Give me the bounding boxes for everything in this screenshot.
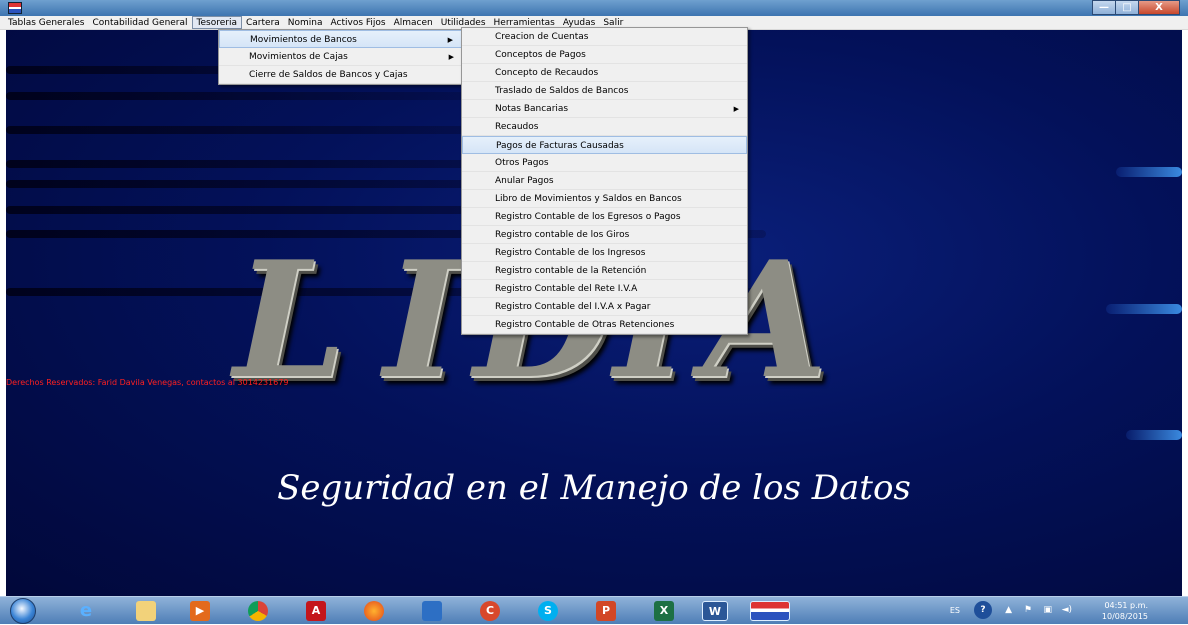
language-indicator[interactable]: ES <box>950 606 960 615</box>
app-icon[interactable] <box>8 2 22 14</box>
decorative-stripe <box>1126 430 1182 440</box>
menu-item-libro-movimientos[interactable]: Libro de Movimientos y Saldos en Bancos <box>462 190 747 208</box>
submenu-arrow-icon: ▶ <box>447 36 453 44</box>
menu-contabilidad-general[interactable]: Contabilidad General <box>89 16 192 29</box>
tesoreria-menu: Movimientos de Bancos ▶ Movimientos de Ca… <box>218 29 463 85</box>
menu-tablas-generales[interactable]: Tablas Generales <box>4 16 89 29</box>
menu-item-registro-giros[interactable]: Registro contable de los Giros <box>462 226 747 244</box>
chrome-icon[interactable] <box>248 601 268 621</box>
submenu-arrow-icon: ▶ <box>448 53 454 61</box>
menu-item-conceptos-pagos[interactable]: Conceptos de Pagos <box>462 46 747 64</box>
menu-item-anular-pagos[interactable]: Anular Pagos <box>462 172 747 190</box>
menu-cartera[interactable]: Cartera <box>242 16 284 29</box>
menu-item-otros-pagos[interactable]: Otros Pagos <box>462 154 747 172</box>
ccleaner-icon[interactable]: C <box>480 601 500 621</box>
action-center-icon[interactable]: ⚑ <box>1024 605 1032 615</box>
help-icon[interactable]: ? <box>974 601 992 619</box>
show-hidden-icons-icon[interactable]: ▲ <box>1005 605 1012 615</box>
decorative-stripe <box>1116 167 1182 177</box>
menu-item-label: Movimientos de Cajas <box>249 52 348 62</box>
minimize-button[interactable]: — <box>1092 0 1116 15</box>
bancos-submenu: Creacion de Cuentas Conceptos de Pagos C… <box>461 27 748 335</box>
network-icon[interactable]: ▣ <box>1043 605 1052 615</box>
menu-item-label: Notas Bancarias <box>495 104 569 114</box>
menu-item-movimientos-bancos[interactable]: Movimientos de Bancos ▶ <box>219 30 462 48</box>
menu-item-concepto-recaudos[interactable]: Concepto de Recaudos <box>462 64 747 82</box>
close-button[interactable]: X <box>1138 0 1180 15</box>
firefox-icon[interactable] <box>364 601 384 621</box>
menu-item-label: Cierre de Saldos de Bancos y Cajas <box>249 70 408 80</box>
tagline-text: Seguridad en el Manejo de los Datos <box>277 468 911 508</box>
menu-item-registro-otras-retenciones[interactable]: Registro Contable de Otras Retenciones <box>462 316 747 334</box>
volume-icon[interactable]: ◄) <box>1062 605 1072 615</box>
decorative-stripe <box>6 92 466 100</box>
acrobat-icon[interactable]: A <box>306 601 326 621</box>
decorative-stripe <box>1106 304 1182 314</box>
title-bar: — □ X <box>0 0 1188 16</box>
menu-almacen[interactable]: Almacen <box>390 16 437 29</box>
maximize-button[interactable]: □ <box>1115 0 1139 15</box>
menu-tesoreria[interactable]: Tesoreria <box>191 16 242 29</box>
menu-nomina[interactable]: Nomina <box>284 16 327 29</box>
file-explorer-icon[interactable] <box>136 601 156 621</box>
start-button[interactable] <box>10 598 36 624</box>
menu-item-traslado-saldos[interactable]: Traslado de Saldos de Bancos <box>462 82 747 100</box>
menu-item-creacion-cuentas[interactable]: Creacion de Cuentas <box>462 28 747 46</box>
media-player-icon[interactable]: ▶ <box>190 601 210 621</box>
powerpoint-icon[interactable]: P <box>596 601 616 621</box>
skype-icon[interactable]: S <box>538 601 558 621</box>
menu-item-pagos-facturas-causadas[interactable]: Pagos de Facturas Causadas <box>462 136 747 154</box>
menu-item-notas-bancarias[interactable]: Notas Bancarias ▶ <box>462 100 747 118</box>
menu-item-movimientos-cajas[interactable]: Movimientos de Cajas ▶ <box>219 48 462 66</box>
clock-date[interactable]: 10/08/2015 <box>1102 612 1148 621</box>
menu-item-recaudos[interactable]: Recaudos <box>462 118 747 136</box>
word-icon[interactable]: W <box>702 601 728 621</box>
menu-item-label: Movimientos de Bancos <box>250 35 357 45</box>
menu-activos-fijos[interactable]: Activos Fijos <box>327 16 390 29</box>
clock-time[interactable]: 04:51 p.m. <box>1104 601 1148 610</box>
menu-item-cierre-saldos[interactable]: Cierre de Saldos de Bancos y Cajas <box>219 66 462 84</box>
decorative-stripe <box>6 126 526 134</box>
lidia-app-icon[interactable] <box>750 601 790 621</box>
internet-explorer-icon[interactable]: e <box>76 601 96 621</box>
menu-item-registro-egresos[interactable]: Registro Contable de los Egresos o Pagos <box>462 208 747 226</box>
menu-item-registro-retencion[interactable]: Registro contable de la Retención <box>462 262 747 280</box>
menu-item-registro-ingresos[interactable]: Registro Contable de los Ingresos <box>462 244 747 262</box>
taskbar: e ▶ A C S P X W ES ? ▲ ⚑ ▣ ◄) 04:51 p.m.… <box>0 596 1188 624</box>
submenu-arrow-icon: ▶ <box>733 105 739 113</box>
copyright-text: Derechos Reservados: Farid Davila Venega… <box>6 378 289 387</box>
menu-item-registro-rete-iva[interactable]: Registro Contable del Rete I.V.A <box>462 280 747 298</box>
excel-icon[interactable]: X <box>654 601 674 621</box>
window-controls: — □ X <box>1092 0 1180 16</box>
remote-desktop-icon[interactable] <box>422 601 442 621</box>
menu-item-registro-iva-pagar[interactable]: Registro Contable del I.V.A x Pagar <box>462 298 747 316</box>
